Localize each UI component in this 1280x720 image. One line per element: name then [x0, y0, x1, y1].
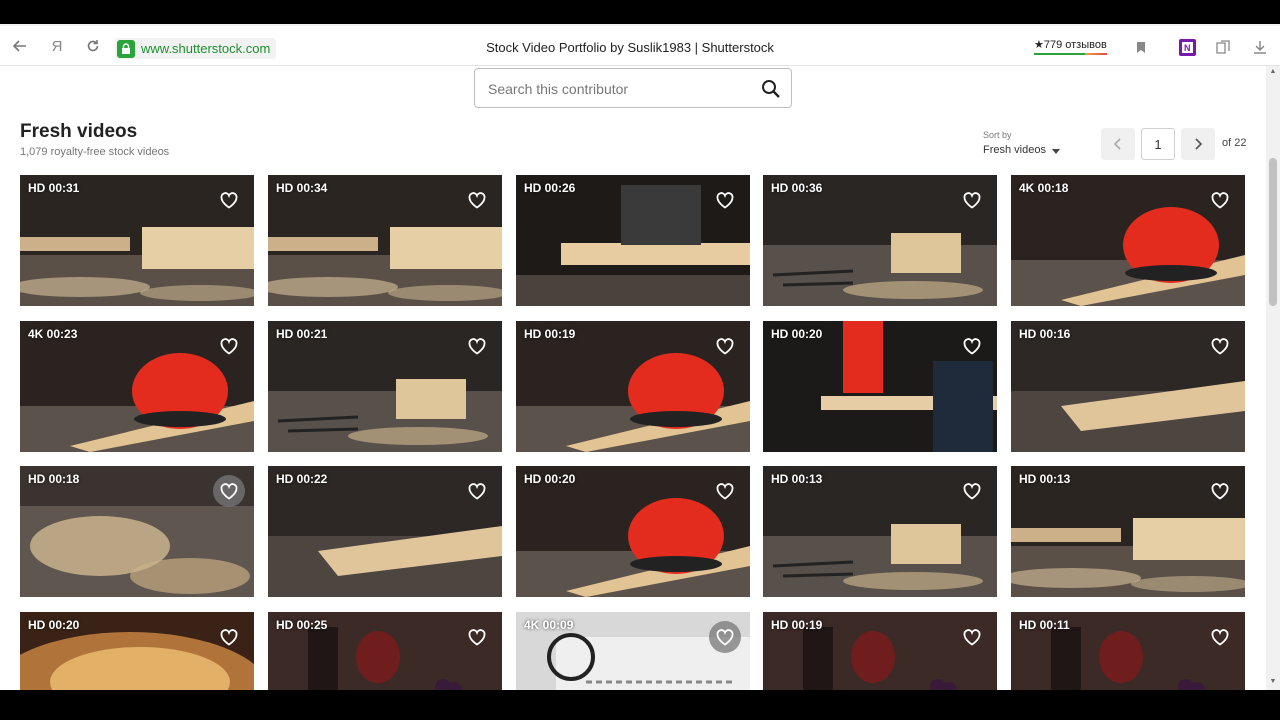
video-badge: HD 00:11 [1019, 618, 1070, 632]
search-icon[interactable] [761, 79, 781, 99]
chevron-left-icon [1113, 138, 1121, 150]
video-badge: HD 00:20 [771, 327, 823, 341]
video-badge: HD 00:36 [771, 181, 823, 195]
favorite-heart-icon[interactable] [956, 475, 988, 507]
svg-text:N: N [1184, 43, 1191, 53]
favorite-heart-icon[interactable] [956, 330, 988, 362]
video-thumbnail[interactable]: HD 00:13 [763, 466, 997, 597]
favorite-heart-icon[interactable] [213, 330, 245, 362]
onenote-icon[interactable]: N [1178, 38, 1196, 56]
section-title: Fresh videos [20, 121, 138, 142]
video-badge: HD 00:34 [276, 181, 328, 195]
reload-icon[interactable] [82, 35, 104, 57]
video-badge: HD 00:16 [1019, 327, 1071, 341]
video-thumbnail[interactable]: HD 00:36 [763, 175, 997, 306]
download-icon[interactable] [1251, 38, 1269, 56]
chevron-right-icon [1195, 138, 1203, 150]
favorite-heart-icon[interactable] [709, 621, 741, 653]
contributor-search [474, 68, 792, 108]
chevron-down-icon[interactable] [1052, 149, 1060, 154]
video-badge: HD 00:31 [28, 181, 80, 195]
scroll-down-icon[interactable]: ▼ [1269, 678, 1277, 686]
video-badge: HD 00:22 [276, 472, 328, 486]
video-thumbnail[interactable]: HD 00:34 [268, 175, 502, 306]
favorite-heart-icon[interactable] [1204, 330, 1236, 362]
page-number-input[interactable]: 1 [1141, 128, 1175, 160]
reviews-badge[interactable]: ★779 отзывов [1034, 38, 1107, 55]
favorite-heart-icon[interactable] [709, 330, 741, 362]
video-thumbnail[interactable]: HD 00:20 [516, 466, 750, 597]
toolbar-top-line [0, 24, 1280, 26]
video-thumbnail[interactable]: HD 00:21 [268, 321, 502, 452]
favorite-heart-icon[interactable] [709, 475, 741, 507]
next-page-button[interactable] [1181, 128, 1215, 160]
video-thumbnail[interactable]: HD 00:25 [268, 612, 502, 690]
video-thumbnail[interactable]: HD 00:20 [20, 612, 254, 690]
sort-dropdown[interactable]: Fresh videos [983, 144, 1046, 156]
scroll-up-icon[interactable]: ▲ [1269, 68, 1277, 76]
rating-bar [1034, 53, 1107, 55]
video-badge: HD 00:26 [524, 181, 576, 195]
browser-toolbar: Я www.shutterstock.com Stock Video Portf… [0, 24, 1280, 66]
video-thumbnail[interactable]: 4K 00:23 [20, 321, 254, 452]
favorite-heart-icon[interactable] [956, 184, 988, 216]
url-text: www.shutterstock.com [141, 41, 271, 56]
video-badge: HD 00:19 [771, 618, 823, 632]
video-thumbnail[interactable]: 4K 00:18 [1011, 175, 1245, 306]
video-badge: HD 00:20 [28, 618, 80, 632]
favorite-heart-icon[interactable] [461, 621, 493, 653]
collections-icon[interactable] [1214, 38, 1232, 56]
video-badge: HD 00:20 [524, 472, 576, 486]
screen: Я www.shutterstock.com Stock Video Portf… [0, 0, 1280, 720]
video-badge: 4K 00:18 [1019, 181, 1069, 195]
favorite-heart-icon[interactable] [461, 184, 493, 216]
prev-page-button[interactable] [1101, 128, 1135, 160]
address-bar[interactable]: www.shutterstock.com [115, 38, 277, 59]
video-thumbnail[interactable]: HD 00:20 [763, 321, 997, 452]
scroll-thumb[interactable] [1269, 158, 1277, 306]
video-thumbnail[interactable]: HD 00:16 [1011, 321, 1245, 452]
video-badge: HD 00:25 [276, 618, 328, 632]
video-badge: HD 00:13 [771, 472, 823, 486]
back-arrow-icon[interactable] [9, 35, 31, 57]
video-thumbnail[interactable]: HD 00:31 [20, 175, 254, 306]
favorite-heart-icon[interactable] [956, 621, 988, 653]
reviews-text: ★779 отзывов [1034, 39, 1107, 51]
video-thumbnail[interactable]: HD 00:13 [1011, 466, 1245, 597]
sort-label: Sort by [983, 130, 1012, 140]
search-input[interactable] [488, 79, 748, 99]
favorite-heart-icon[interactable] [709, 184, 741, 216]
favorite-heart-icon[interactable] [213, 475, 245, 507]
video-badge: HD 00:13 [1019, 472, 1071, 486]
lock-icon [117, 39, 135, 58]
scrollbar[interactable]: ▲ ▼ [1266, 66, 1280, 690]
video-badge: HD 00:21 [276, 327, 328, 341]
favorite-heart-icon[interactable] [213, 621, 245, 653]
favorite-heart-icon[interactable] [461, 330, 493, 362]
favorite-heart-icon[interactable] [213, 184, 245, 216]
yandex-icon[interactable]: Я [46, 35, 68, 57]
bookmark-icon[interactable] [1132, 38, 1150, 56]
favorite-heart-icon[interactable] [1204, 184, 1236, 216]
favorite-heart-icon[interactable] [1204, 621, 1236, 653]
video-badge: 4K 00:23 [28, 327, 78, 341]
video-thumbnail[interactable]: HD 00:19 [763, 612, 997, 690]
page-title: Stock Video Portfolio by Suslik1983 | Sh… [486, 40, 774, 55]
video-badge: HD 00:19 [524, 327, 576, 341]
video-thumbnail[interactable]: HD 00:18 [20, 466, 254, 597]
video-count: 1,079 royalty-free stock videos [20, 146, 170, 158]
video-thumbnail[interactable]: HD 00:11 [1011, 612, 1245, 690]
favorite-heart-icon[interactable] [461, 475, 493, 507]
video-badge: HD 00:18 [28, 472, 80, 486]
video-thumbnail[interactable]: HD 00:19 [516, 321, 750, 452]
bottom-black-bar [0, 690, 1280, 720]
video-thumbnail[interactable]: HD 00:22 [268, 466, 502, 597]
page-content: Fresh videos 1,079 royalty-free stock vi… [0, 66, 1266, 690]
video-badge: 4K 00:09 [524, 618, 574, 632]
page-total: of 22 [1222, 137, 1247, 149]
video-thumbnail[interactable]: 4K 00:09 [516, 612, 750, 690]
favorite-heart-icon[interactable] [1204, 475, 1236, 507]
video-thumbnail[interactable]: HD 00:26 [516, 175, 750, 306]
